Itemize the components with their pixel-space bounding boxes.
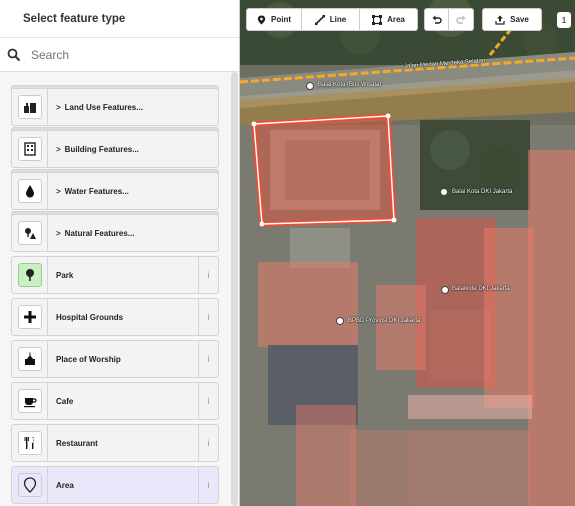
upload-icon bbox=[495, 15, 505, 25]
restaurant-icon bbox=[17, 431, 42, 455]
preset-restaurant[interactable]: Restaurant i bbox=[11, 424, 219, 462]
preset-sidebar: Select feature type >Land Use Features..… bbox=[0, 0, 240, 506]
preset-area[interactable]: Area i bbox=[11, 466, 219, 504]
poi-pin-icon[interactable] bbox=[306, 82, 314, 90]
sidebar-title: Select feature type bbox=[23, 12, 126, 25]
poi-pin-icon[interactable] bbox=[336, 317, 344, 325]
add-line-button[interactable]: Line bbox=[302, 8, 360, 31]
poi-pin-icon[interactable] bbox=[441, 286, 449, 294]
search-icon bbox=[7, 48, 21, 61]
save-label: Save bbox=[510, 15, 529, 24]
park-tree-icon bbox=[17, 263, 42, 287]
save-button[interactable]: Save bbox=[482, 8, 542, 31]
building-icon bbox=[17, 137, 42, 161]
poi-label-bpbd: BPBD Provinsi DKI Jakarta bbox=[348, 318, 421, 324]
poi-label-balaikote: Balaikote DKI Jakarta bbox=[452, 286, 510, 292]
info-button[interactable]: i bbox=[198, 425, 218, 461]
line-label: Line bbox=[329, 15, 347, 24]
map-view[interactable]: Jalan Medan Merdeka Selatan Balai Kota (… bbox=[240, 0, 575, 506]
poi-label-balai: Balai Kota DKI Jakarta bbox=[452, 189, 513, 195]
info-button[interactable]: i bbox=[198, 299, 218, 335]
poi-pin-icon[interactable] bbox=[440, 188, 448, 196]
preset-label: Water Features... bbox=[64, 186, 129, 196]
area-draw-icon bbox=[372, 14, 383, 25]
preset-park[interactable]: Park i bbox=[11, 256, 219, 294]
info-button[interactable]: i bbox=[198, 383, 218, 419]
poi-label-bus: Balai Kota (Bus Wisata) bbox=[318, 82, 382, 88]
undo-button[interactable] bbox=[424, 8, 449, 31]
chevron-right-icon: > bbox=[56, 228, 61, 238]
point-marker-icon bbox=[257, 15, 266, 24]
worship-icon bbox=[17, 347, 42, 371]
redo-button[interactable] bbox=[449, 8, 474, 31]
info-button[interactable]: i bbox=[198, 467, 218, 503]
water-drop-icon bbox=[17, 179, 42, 203]
search-input[interactable] bbox=[31, 47, 211, 62]
save-count-badge: 1 bbox=[557, 12, 571, 28]
sidebar-scrollbar[interactable] bbox=[231, 72, 238, 506]
preset-label: Hospital Grounds bbox=[56, 312, 124, 322]
preset-label: Area bbox=[56, 480, 74, 490]
tree-mountain-icon bbox=[17, 221, 42, 245]
sidebar-header: Select feature type bbox=[0, 0, 239, 38]
add-point-button[interactable]: Point bbox=[246, 8, 302, 31]
preset-label: Place of Worship bbox=[56, 354, 121, 364]
add-area-button[interactable]: Area bbox=[360, 8, 418, 31]
preset-label: Building Features... bbox=[64, 144, 139, 154]
point-label: Point bbox=[271, 15, 291, 24]
info-button[interactable]: i bbox=[198, 341, 218, 377]
info-button[interactable]: i bbox=[198, 257, 218, 293]
preset-label: Park bbox=[56, 270, 74, 280]
cafe-cup-icon bbox=[17, 389, 42, 413]
aerial-imagery bbox=[240, 0, 575, 506]
area-label: Area bbox=[387, 15, 405, 24]
chevron-right-icon: > bbox=[56, 144, 61, 154]
redo-icon bbox=[456, 15, 466, 24]
preset-natural[interactable]: > Natural Features... bbox=[11, 214, 219, 252]
preset-building[interactable]: > Building Features... bbox=[11, 130, 219, 168]
preset-label: Land Use Features... bbox=[64, 102, 143, 112]
chevron-right-icon: > bbox=[56, 102, 61, 112]
landuse-icon bbox=[17, 95, 42, 119]
preset-list: > Land Use Features... > Building Features… bbox=[0, 80, 230, 506]
undo-icon bbox=[432, 15, 442, 24]
search-bar bbox=[0, 38, 239, 72]
preset-worship[interactable]: Place of Worship i bbox=[11, 340, 219, 378]
preset-label: Natural Features... bbox=[64, 228, 135, 238]
preset-landuse[interactable]: > Land Use Features... bbox=[11, 88, 219, 126]
line-draw-icon bbox=[314, 14, 325, 25]
preset-cafe[interactable]: Cafe i bbox=[11, 382, 219, 420]
draw-toolbar: Point Line Area Save bbox=[246, 8, 542, 31]
hospital-cross-icon bbox=[17, 305, 42, 329]
preset-label: Restaurant bbox=[56, 438, 98, 448]
app-window: Select feature type >Land Use Features..… bbox=[0, 0, 575, 506]
preset-hospital[interactable]: Hospital Grounds i bbox=[11, 298, 219, 336]
area-pin-icon bbox=[17, 473, 42, 497]
preset-label: Cafe bbox=[56, 396, 74, 406]
preset-water[interactable]: > Water Features... bbox=[11, 172, 219, 210]
chevron-right-icon: > bbox=[56, 186, 61, 196]
